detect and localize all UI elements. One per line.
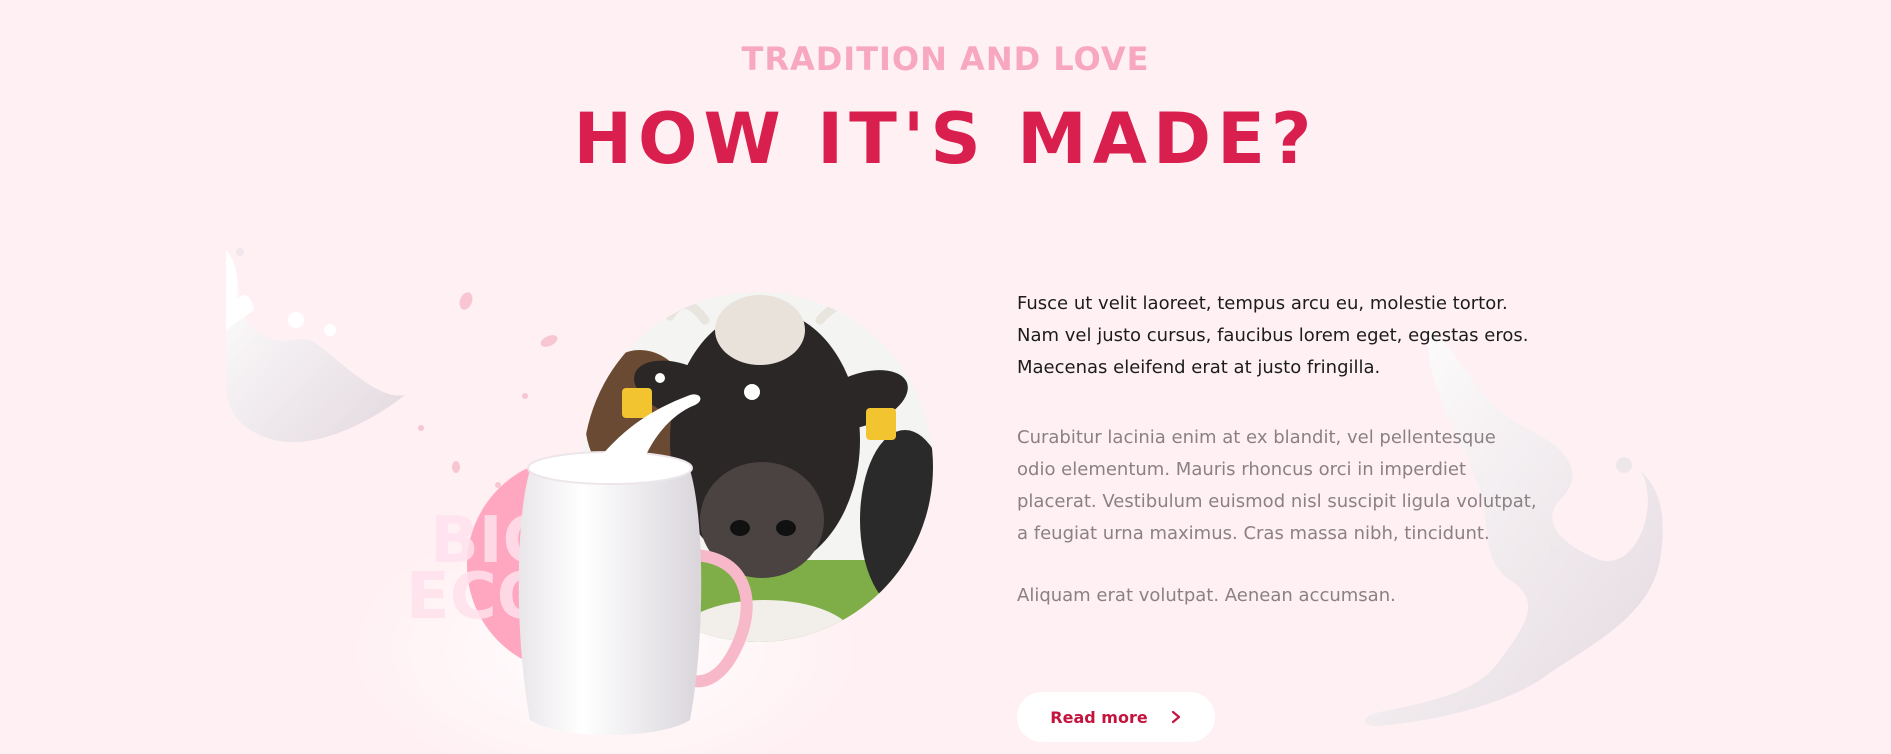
body-paragraph: Curabitur lacinia enim at ex blandit, ve… xyxy=(1017,427,1537,544)
chevron-right-icon xyxy=(1171,710,1180,724)
milk-splash-left xyxy=(226,248,405,443)
pink-droplets xyxy=(418,292,558,488)
read-more-button[interactable]: Read more xyxy=(1017,692,1215,742)
content-block: Fusce ut velit laoreet, tempus arcu eu, … xyxy=(1017,288,1537,612)
body-paragraph-2: Aliquam erat volutpat. Aenean accumsan. xyxy=(1017,585,1396,606)
lead-paragraph: Fusce ut velit laoreet, tempus arcu eu, … xyxy=(1017,293,1529,378)
hero-illustration: BIO ECO xyxy=(226,248,1663,754)
read-more-label: Read more xyxy=(1050,707,1148,727)
